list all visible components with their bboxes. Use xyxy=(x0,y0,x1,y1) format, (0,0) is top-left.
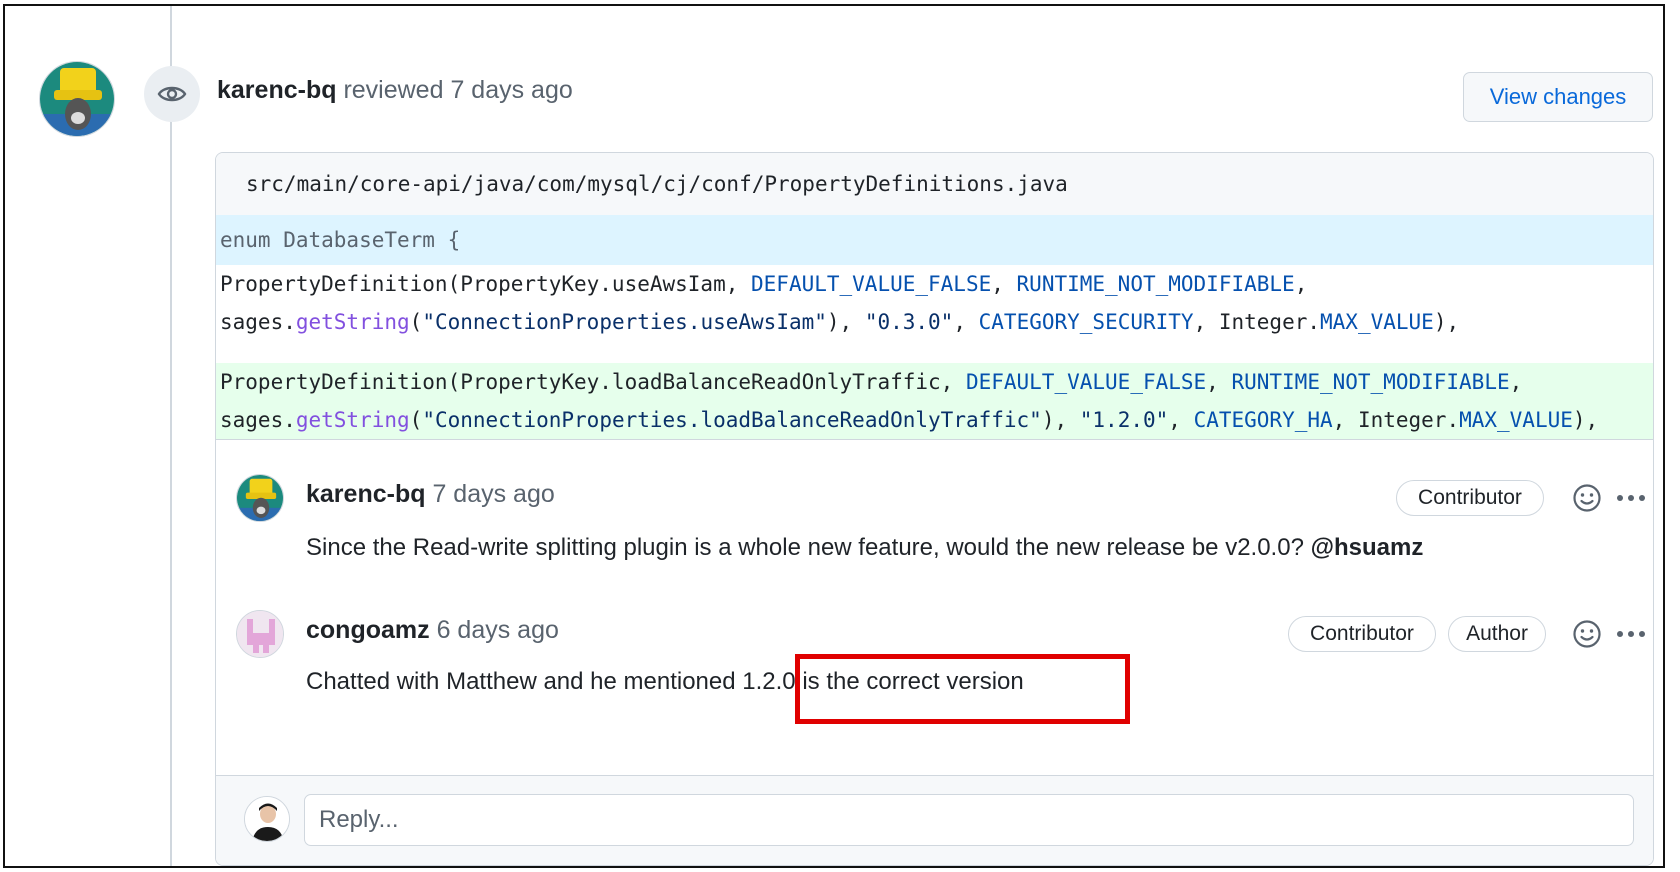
review-header: karenc-bq reviewed 7 days ago xyxy=(217,76,573,105)
code-token: PropertyDefinition(PropertyKey.loadBalan… xyxy=(220,370,966,394)
code-token: getString xyxy=(295,310,410,334)
code-token: ), xyxy=(1572,408,1599,432)
file-diff-box: src/main/core-api/java/com/mysql/cj/conf… xyxy=(215,152,1654,866)
code-token: , xyxy=(1509,370,1523,394)
contributor-label: Contributor xyxy=(1396,480,1544,516)
reviewer-username[interactable]: karenc-bq xyxy=(217,76,336,104)
code-token: sages. xyxy=(220,310,296,334)
review-badge xyxy=(144,66,200,122)
add-reaction-button[interactable] xyxy=(1568,479,1606,517)
comment-avatar[interactable] xyxy=(236,474,284,522)
code-token: getString xyxy=(295,408,410,432)
comment-body: Chatted with Matthew and he mentioned 1.… xyxy=(306,668,1024,696)
comment-text: Since the Read-write splitting plugin is… xyxy=(306,534,1311,561)
comment-username[interactable]: congoamz xyxy=(306,616,430,644)
code-token: "ConnectionProperties.loadBalanceReadOnl… xyxy=(422,408,1042,432)
hunk-header: enum DatabaseTerm { xyxy=(216,215,1653,265)
code-token: , xyxy=(1168,408,1194,432)
code-token: , Integer. xyxy=(1193,310,1321,334)
review-time[interactable]: 7 days ago xyxy=(450,76,572,104)
review-action: reviewed xyxy=(343,76,444,104)
code-token: ( xyxy=(409,408,423,432)
current-user-avatar[interactable] xyxy=(244,796,290,842)
kebab-horizontal-icon xyxy=(1617,631,1645,637)
more-options-button[interactable] xyxy=(1612,615,1650,653)
comment-avatar[interactable] xyxy=(236,610,284,658)
code-token: , xyxy=(991,272,1017,296)
code-token: MAX_VALUE xyxy=(1459,408,1573,432)
contributor-label: Contributor xyxy=(1288,616,1436,652)
context-code-line: sages. getString("ConnectionProperties.us… xyxy=(216,303,1653,341)
add-reaction-button[interactable] xyxy=(1568,615,1606,653)
comment-time[interactable]: 6 days ago xyxy=(437,616,559,644)
file-path[interactable]: src/main/core-api/java/com/mysql/cj/conf… xyxy=(216,153,1653,215)
code-token: DEFAULT_VALUE_FALSE xyxy=(965,370,1207,394)
review-thread-frame: karenc-bq reviewed 7 days ago View chang… xyxy=(3,4,1665,868)
code-token: RUNTIME_NOT_MODIFIABLE xyxy=(1016,272,1295,296)
context-code-line: PropertyDefinition(PropertyKey.useAwsIam… xyxy=(216,265,1653,303)
added-code-line: sages. getString("ConnectionProperties.lo… xyxy=(216,401,1653,439)
reply-input[interactable] xyxy=(304,794,1634,846)
code-token: "ConnectionProperties.useAwsIam" xyxy=(422,310,827,334)
code-token: "0.3.0" xyxy=(864,310,954,334)
comment-username[interactable]: karenc-bq xyxy=(306,480,425,508)
code-token: sages. xyxy=(220,408,296,432)
user-mention[interactable]: @hsuamz xyxy=(1311,534,1424,561)
comment-item: congoamz 6 days ago Contributor Author C… xyxy=(236,580,1645,724)
kebab-horizontal-icon xyxy=(1617,495,1645,501)
code-token: ( xyxy=(409,310,423,334)
code-token: CATEGORY_HA xyxy=(1193,408,1333,432)
eye-icon xyxy=(157,86,187,102)
code-token: ), xyxy=(1041,408,1080,432)
comment-body: Since the Read-write splitting plugin is… xyxy=(306,534,1423,562)
comment-header: congoamz 6 days ago xyxy=(306,616,559,645)
code-token: CATEGORY_SECURITY xyxy=(978,310,1194,334)
timeline-line xyxy=(170,6,172,866)
smiley-icon xyxy=(1573,484,1601,512)
smiley-icon xyxy=(1573,620,1601,648)
code-token: , xyxy=(1294,272,1308,296)
highlighted-text: 1.2.0 is the correct version xyxy=(742,668,1024,695)
comment-list: karenc-bq 7 days ago Contributor Since t… xyxy=(216,439,1653,777)
comment-text: Chatted with Matthew and he mentioned xyxy=(306,668,743,695)
code-token: , xyxy=(1206,370,1232,394)
added-code-line: PropertyDefinition(PropertyKey.loadBalan… xyxy=(216,363,1653,401)
more-options-button[interactable] xyxy=(1612,479,1650,517)
code-token: , xyxy=(953,310,979,334)
author-label: Author xyxy=(1448,616,1546,652)
code-lines: PropertyDefinition(PropertyKey.useAwsIam… xyxy=(216,265,1653,439)
code-token: ), xyxy=(826,310,865,334)
code-token: MAX_VALUE xyxy=(1320,310,1434,334)
code-token: , Integer. xyxy=(1332,408,1460,432)
blank-code-line xyxy=(216,341,1653,363)
comment-item: karenc-bq 7 days ago Contributor Since t… xyxy=(236,440,1645,580)
view-changes-button[interactable]: View changes xyxy=(1463,72,1653,122)
code-token: ), xyxy=(1433,310,1460,334)
code-token: PropertyDefinition(PropertyKey.useAwsIam… xyxy=(220,272,752,296)
reply-area xyxy=(216,775,1653,865)
code-token: RUNTIME_NOT_MODIFIABLE xyxy=(1231,370,1510,394)
comment-time[interactable]: 7 days ago xyxy=(432,480,554,508)
comment-header: karenc-bq 7 days ago xyxy=(306,480,555,509)
code-token: "1.2.0" xyxy=(1079,408,1169,432)
code-token: DEFAULT_VALUE_FALSE xyxy=(751,272,992,296)
reviewer-avatar[interactable] xyxy=(39,61,115,137)
